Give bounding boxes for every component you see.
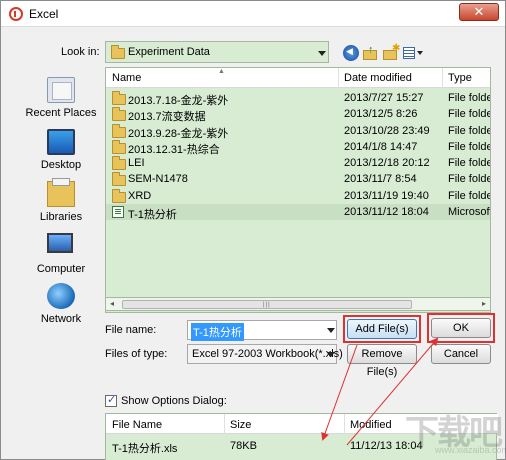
file-name-input[interactable]: T-1热分析 [187, 320, 337, 341]
column-header-size[interactable]: Size [230, 419, 251, 431]
file-row[interactable]: SEM-N1478 2013/11/7 8:54 File folder [106, 171, 490, 187]
column-header-modified[interactable]: Modified [350, 419, 392, 431]
place-computer[interactable]: Computer [1, 233, 101, 285]
horizontal-scrollbar[interactable]: ◂ ||| ▸ [105, 297, 491, 311]
file-row[interactable]: 2013.9.28-金龙-紫外 2013/10/28 23:49 File fo… [106, 123, 490, 140]
scroll-right-icon[interactable]: ▸ [482, 299, 486, 308]
file-row[interactable]: 2013.7流变数据 2013/12/5 8:26 File folder [106, 106, 490, 123]
folder-icon [112, 156, 126, 170]
places-bar: Recent Places Desktop Libraries Computer… [1, 67, 101, 327]
column-header-file-name[interactable]: File Name [112, 419, 162, 431]
file-list-header: ▲ Name Date modified Type [106, 68, 490, 88]
file-list[interactable]: ▲ Name Date modified Type 2013.7.18-金龙-紫… [105, 67, 491, 313]
place-libraries[interactable]: Libraries [1, 178, 101, 233]
folder-icon [112, 172, 126, 186]
file-name-label: File name: [105, 324, 157, 336]
look-in-label: Look in: [61, 46, 100, 58]
file-type-label: Files of type: [105, 348, 168, 360]
excel-file-icon [112, 206, 124, 218]
title-bar: Excel ✕ [1, 1, 505, 27]
network-icon [47, 283, 75, 309]
ok-button[interactable]: OK [431, 318, 491, 338]
file-row[interactable]: 2013.12.31-热综合 2014/1/8 14:47 File folde… [106, 139, 490, 156]
file-row[interactable]: LEI 2013/12/18 20:12 File folder [106, 155, 490, 171]
libraries-icon [47, 178, 75, 207]
place-desktop[interactable]: Desktop [1, 129, 101, 181]
views-menu-icon[interactable] [403, 45, 425, 61]
folder-icon [112, 91, 126, 105]
column-header-date[interactable]: Date modified [344, 72, 412, 84]
file-type-select[interactable]: Excel 97-2003 Workbook(*.xls) [187, 344, 343, 364]
chevron-down-icon[interactable] [327, 352, 335, 357]
file-open-dialog: Excel ✕ Look in: Experiment Data ↑ ✱ Rec… [0, 0, 506, 460]
recent-places-icon [47, 77, 75, 103]
add-files-button[interactable]: Add File(s) [347, 319, 417, 339]
file-type-value: Excel 97-2003 Workbook(*.xls) [192, 348, 343, 360]
file-name-value: T-1热分析 [191, 323, 244, 341]
look-in-value: Experiment Data [128, 46, 210, 58]
column-header-name[interactable]: Name [112, 72, 141, 84]
folder-icon [112, 189, 126, 203]
scroll-left-icon[interactable]: ◂ [110, 299, 114, 308]
file-row[interactable]: 2013.7.18-金龙-紫外 2013/7/27 15:27 File fol… [106, 90, 490, 107]
up-folder-icon[interactable]: ↑ [363, 44, 379, 61]
chevron-down-icon[interactable] [327, 328, 335, 333]
folder-icon [112, 124, 126, 138]
close-button[interactable]: ✕ [459, 3, 499, 21]
file-row-selected[interactable]: T-1热分析 2013/11/12 18:04 Microsoft [106, 204, 490, 221]
scrollbar-grip: ||| [263, 302, 271, 308]
sort-ascending-icon: ▲ [218, 68, 225, 75]
watermark-logo: 下载吧 www.xiazaiba.com [405, 414, 506, 455]
cancel-button[interactable]: Cancel [431, 344, 491, 364]
app-icon [9, 7, 23, 21]
selected-file-name[interactable]: T-1热分析.xls [112, 440, 177, 456]
computer-icon [47, 233, 73, 253]
place-network[interactable]: Network [1, 283, 101, 335]
show-options-label: Show Options Dialog: [121, 395, 227, 407]
place-recent-places[interactable]: Recent Places [1, 77, 101, 129]
back-icon[interactable] [343, 45, 359, 61]
folder-icon [111, 45, 125, 59]
show-options-checkbox[interactable] [105, 393, 117, 407]
desktop-icon [47, 129, 75, 155]
folder-icon [112, 140, 126, 154]
selected-file-size: 78KB [230, 440, 257, 452]
file-row[interactable]: XRD 2013/11/19 19:40 File folder [106, 188, 490, 204]
column-header-type[interactable]: Type [448, 72, 472, 84]
new-folder-icon[interactable]: ✱ [383, 43, 400, 61]
scrollbar-thumb[interactable]: ||| [122, 300, 412, 309]
folder-icon [112, 107, 126, 121]
chevron-down-icon[interactable] [318, 51, 326, 56]
remove-files-button[interactable]: Remove File(s) [347, 344, 417, 378]
window-title: Excel [29, 7, 59, 21]
look-in-dropdown[interactable]: Experiment Data [105, 41, 329, 63]
